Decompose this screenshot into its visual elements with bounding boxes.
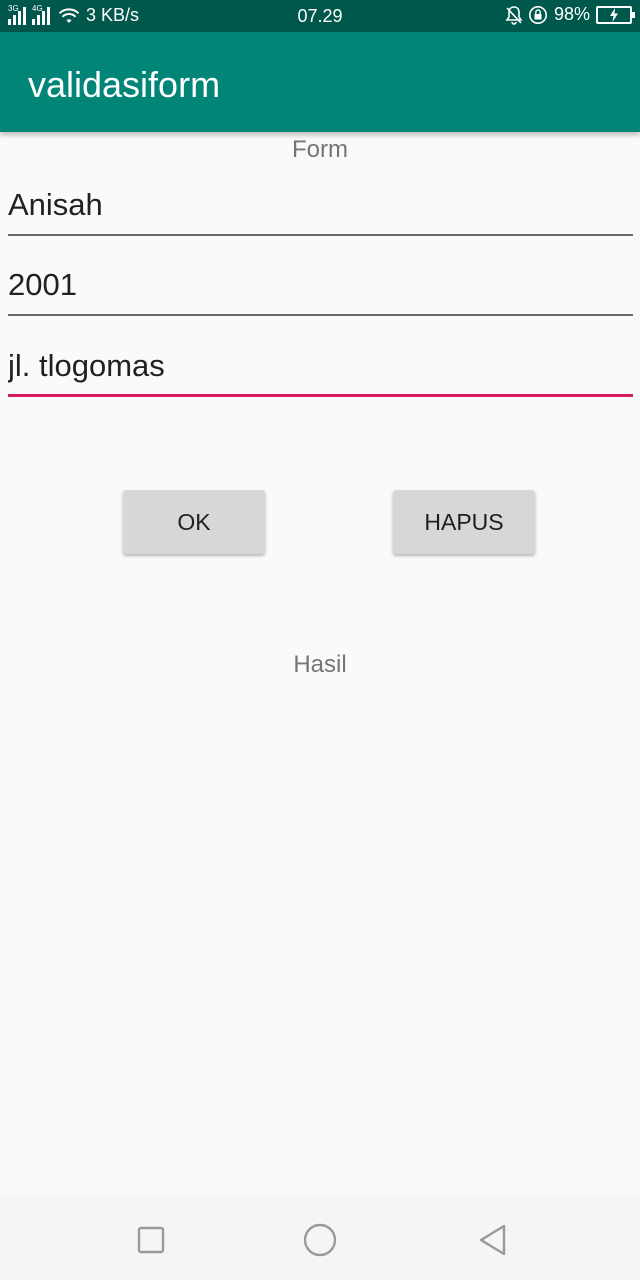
status-right: 98% — [504, 4, 635, 25]
battery-percent: 98% — [553, 4, 590, 24]
hapus-button[interactable]: HAPUS — [393, 490, 535, 554]
result-label: Hasil — [293, 651, 347, 678]
app-bar: validasiform — [0, 32, 640, 132]
battery-icon — [596, 5, 635, 24]
name-field[interactable] — [8, 176, 633, 236]
status-bar: 3G 4G 3 KB/s 07.29 98% — [0, 0, 640, 32]
name-input[interactable] — [8, 176, 633, 236]
app-title: validasiform — [28, 64, 221, 105]
bell-muted-icon — [504, 5, 524, 25]
rotation-lock-icon — [528, 5, 548, 25]
navigation-bar — [0, 1196, 640, 1280]
form-heading: Form — [292, 136, 348, 163]
triangle-back-icon[interactable] — [472, 1220, 512, 1260]
address-field[interactable] — [8, 337, 633, 397]
year-field[interactable] — [8, 256, 633, 316]
year-input[interactable] — [8, 256, 633, 316]
square-recent-icon[interactable] — [131, 1220, 171, 1260]
circle-home-icon[interactable] — [300, 1220, 340, 1260]
address-input[interactable] — [8, 337, 633, 397]
screen: 3G 4G 3 KB/s 07.29 98% validasiform Form… — [0, 0, 640, 1280]
ok-button[interactable]: OK — [123, 490, 265, 554]
